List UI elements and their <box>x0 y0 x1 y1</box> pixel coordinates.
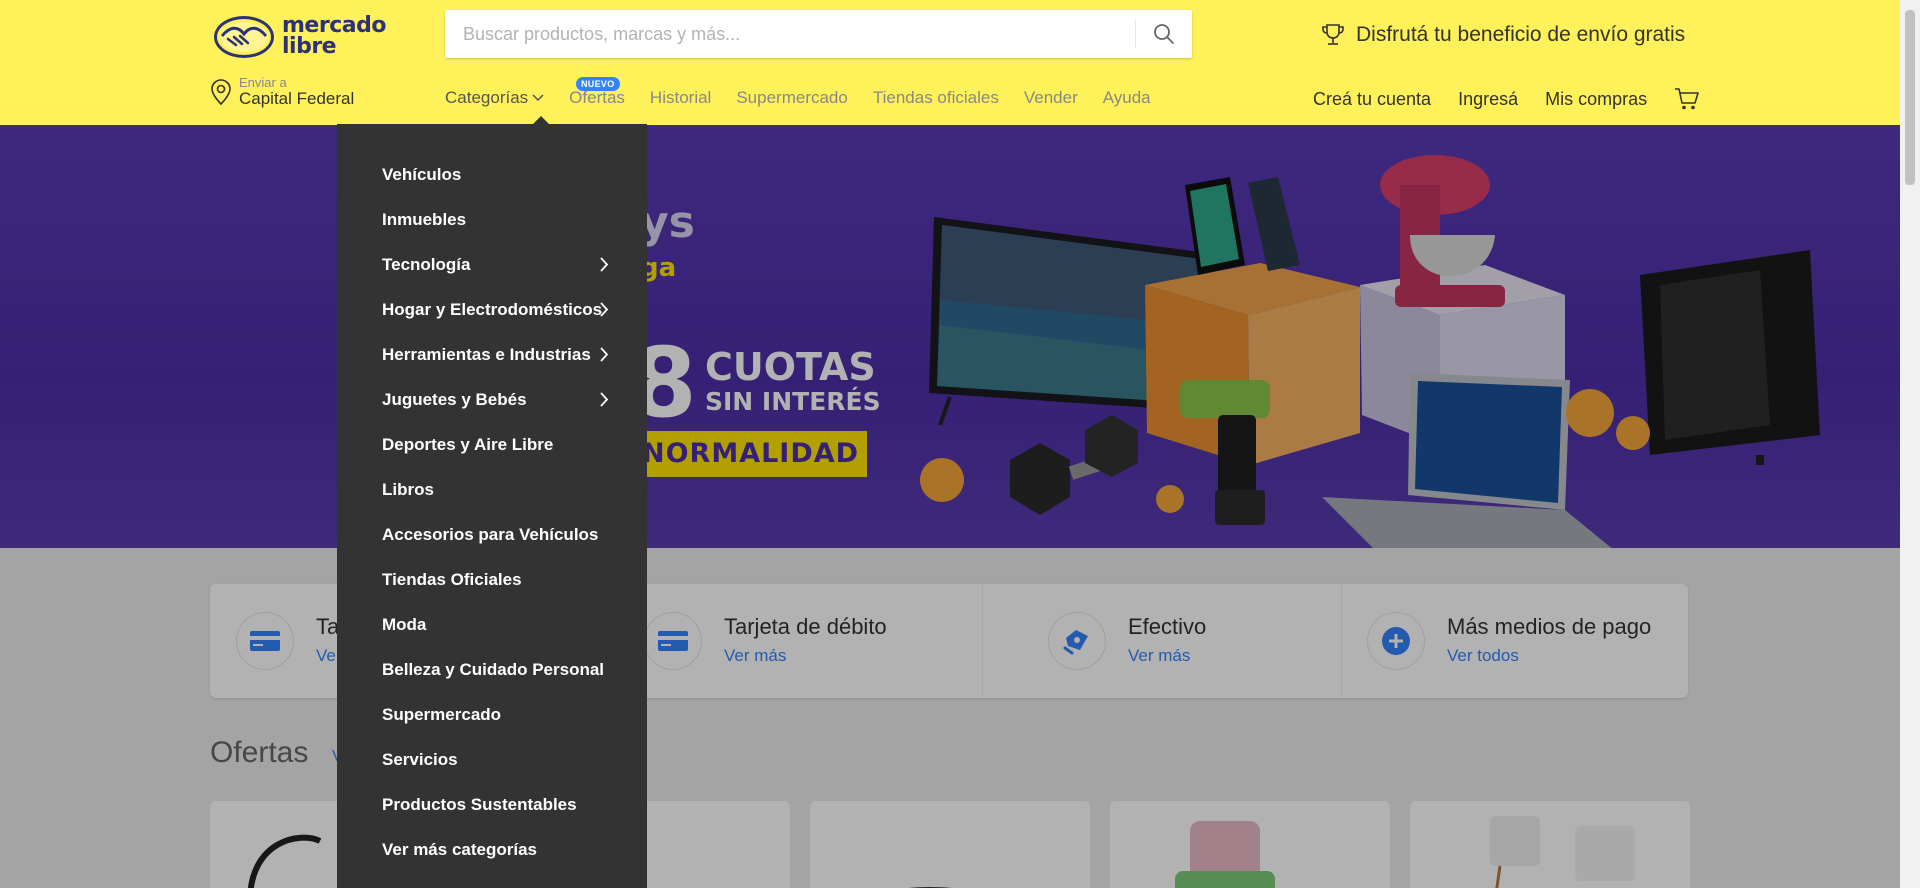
nav-historial[interactable]: Historial <box>650 88 711 108</box>
category-item[interactable]: Ver más categorías <box>337 827 647 872</box>
free-shipping-promo[interactable]: Disfrutá tu beneficio de envío gratis <box>1320 20 1685 50</box>
promo-text: Disfrutá tu beneficio de envío gratis <box>1356 23 1686 46</box>
page-scrollbar[interactable] <box>1900 0 1920 888</box>
category-item[interactable]: Vehículos <box>337 152 647 197</box>
chevron-right-icon <box>600 392 609 407</box>
category-label: Tiendas Oficiales <box>382 569 522 589</box>
cart-icon[interactable] <box>1674 87 1700 111</box>
category-label: Ver más categorías <box>382 839 537 859</box>
category-label: Hogar y Electrodomésticos <box>382 299 603 319</box>
category-item[interactable]: Hogar y Electrodomésticos <box>337 287 647 332</box>
nav-vender[interactable]: Vender <box>1024 88 1078 108</box>
nav-ayuda[interactable]: Ayuda <box>1103 88 1151 108</box>
nav-supermercado[interactable]: Supermercado <box>736 88 848 108</box>
dropdown-backdrop[interactable] <box>0 125 1900 888</box>
category-label: Inmuebles <box>382 209 467 229</box>
search-input[interactable] <box>445 10 1135 58</box>
category-label: Tecnología <box>382 254 471 274</box>
search-icon <box>1154 24 1174 44</box>
location-pin-icon <box>211 79 231 106</box>
nav-tiendas-oficiales[interactable]: Tiendas oficiales <box>873 88 999 108</box>
category-item[interactable]: Tecnología <box>337 242 647 287</box>
chevron-right-icon <box>600 257 609 272</box>
category-item[interactable]: Deportes y Aire Libre <box>337 422 647 467</box>
category-item[interactable]: Accesorios para Vehículos <box>337 512 647 557</box>
logo-text: mercado libre <box>282 13 386 59</box>
trophy-icon <box>1322 24 1344 45</box>
nav-categorias[interactable]: Categorías <box>445 88 544 108</box>
category-label: Accesorios para Vehículos <box>382 524 599 544</box>
categories-list: Vehículos Inmuebles Tecnología Hogar y Elec… <box>337 152 647 872</box>
category-item[interactable]: Servicios <box>337 737 647 782</box>
nav-ofertas[interactable]: Ofertas <box>569 88 625 108</box>
category-label: Productos Sustentables <box>382 794 577 814</box>
search-button[interactable] <box>1136 10 1192 58</box>
nav-categorias-label: Categorías <box>445 88 529 107</box>
category-item[interactable]: Productos Sustentables <box>337 782 647 827</box>
handshake-logo-icon <box>214 16 274 58</box>
scrollbar-thumb[interactable] <box>1905 10 1915 185</box>
header: mercado libre Disfrutá tu beneficio de e… <box>0 0 1900 125</box>
logo-line1: mercado <box>282 13 386 38</box>
category-label: Vehículos <box>382 164 462 184</box>
user-nav: Creá tu cuenta Ingresá Mis compras <box>1313 87 1700 111</box>
logo-line2: libre <box>282 34 337 59</box>
mercadolibre-logo[interactable]: mercado libre <box>212 12 386 60</box>
categories-dropdown: Vehículos Inmuebles Tecnología Hogar y Elec… <box>337 124 647 888</box>
category-item[interactable]: Belleza y Cuidado Personal <box>337 647 647 692</box>
category-label: Servicios <box>382 749 458 769</box>
category-label: Deportes y Aire Libre <box>382 434 554 454</box>
category-label: Belleza y Cuidado Personal <box>382 659 605 679</box>
category-label: Juguetes y Bebés <box>382 389 527 409</box>
chevron-down-icon <box>532 94 544 102</box>
category-item[interactable]: Inmuebles <box>337 197 647 242</box>
category-item[interactable]: Moda <box>337 602 647 647</box>
my-purchases-link[interactable]: Mis compras <box>1545 89 1647 110</box>
category-label: Moda <box>382 614 427 634</box>
nuevo-badge: NUEVO <box>576 77 620 91</box>
chevron-right-icon <box>600 347 609 362</box>
chevron-right-icon <box>600 302 609 317</box>
category-label: Herramientas e Industrias <box>382 344 591 364</box>
category-label: Libros <box>382 479 434 499</box>
main-nav: Categorías Ofertas Historial Supermercad… <box>445 88 1151 108</box>
login-link[interactable]: Ingresá <box>1458 89 1518 110</box>
category-item[interactable]: Supermercado <box>337 692 647 737</box>
category-item[interactable]: Herramientas e Industrias <box>337 332 647 377</box>
category-item[interactable]: Juguetes y Bebés <box>337 377 647 422</box>
category-label: Supermercado <box>382 704 502 724</box>
location-value: Capital Federal <box>239 89 355 108</box>
search-box <box>445 10 1192 58</box>
location-label: Enviar a <box>239 75 287 90</box>
create-account-link[interactable]: Creá tu cuenta <box>1313 89 1431 110</box>
category-item[interactable]: Tiendas Oficiales <box>337 557 647 602</box>
category-item[interactable]: Libros <box>337 467 647 512</box>
